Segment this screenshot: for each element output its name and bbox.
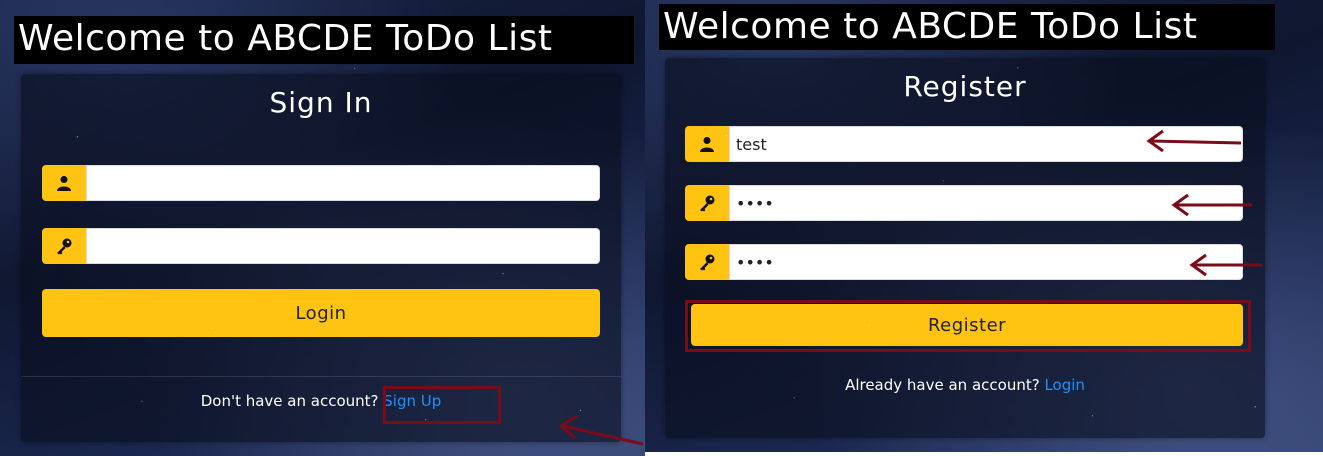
username-input[interactable]	[86, 165, 600, 201]
register-username-group	[685, 126, 1243, 162]
login-footer: Already have an account? Login	[665, 376, 1265, 394]
user-icon	[42, 165, 86, 201]
card-divider	[21, 376, 621, 377]
register-confirm-group	[685, 244, 1243, 280]
footer-prefix: Already have an account?	[845, 376, 1040, 394]
register-panel: Welcome to ABCDE ToDo List Register Regi…	[645, 0, 1323, 452]
register-highlight	[685, 300, 1251, 352]
password-group	[42, 228, 600, 264]
signup-footer: Don't have an account? Sign Up	[21, 392, 621, 410]
key-icon	[685, 244, 729, 280]
register-username-input[interactable]	[729, 126, 1243, 162]
login-link[interactable]: Login	[1044, 376, 1084, 394]
page-title: Welcome to ABCDE ToDo List	[14, 16, 634, 64]
password-input[interactable]	[86, 228, 600, 264]
user-icon	[685, 126, 729, 162]
key-icon	[685, 185, 729, 221]
signin-card: Sign In Login Don't have an account? Sig…	[21, 74, 621, 442]
register-confirm-input[interactable]	[729, 244, 1243, 280]
login-button[interactable]: Login	[42, 289, 600, 337]
page-title: Welcome to ABCDE ToDo List	[659, 4, 1275, 50]
signin-panel: Welcome to ABCDE ToDo List Sign In Login…	[0, 0, 645, 456]
register-card: Register Register Already have an accoun…	[665, 58, 1265, 438]
key-icon	[42, 228, 86, 264]
username-group	[42, 165, 600, 201]
register-heading: Register	[903, 70, 1027, 103]
footer-prefix: Don't have an account?	[200, 392, 379, 410]
signup-highlight	[383, 386, 501, 424]
register-password-group	[685, 185, 1243, 221]
signin-heading: Sign In	[269, 86, 373, 119]
register-password-input[interactable]	[729, 185, 1243, 221]
